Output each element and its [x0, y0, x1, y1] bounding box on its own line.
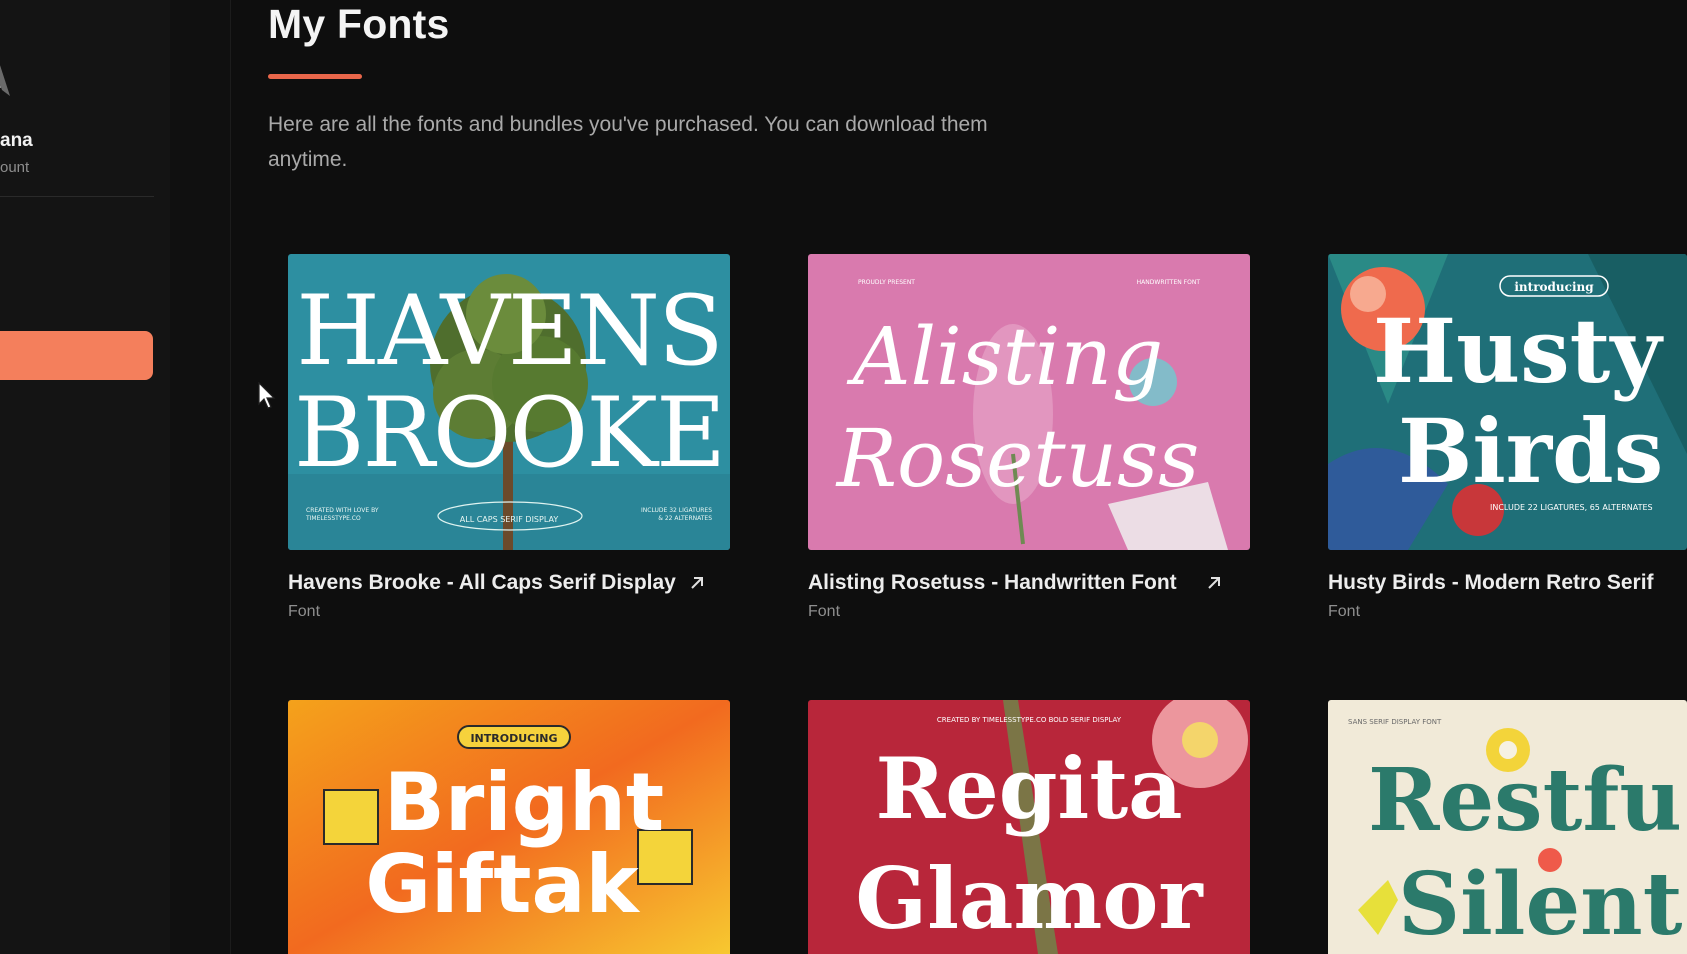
art-line-2: Rosetuss: [835, 412, 1200, 505]
sidebar-item-my-fonts-active[interactable]: [0, 331, 153, 380]
font-card-title-text[interactable]: Husty Birds - Modern Retro Serif: [1328, 571, 1654, 595]
font-card-alisting-rosetuss[interactable]: PROUDLY PRESENT HANDWRITTEN FONT Alistin…: [808, 254, 1250, 621]
art-badge: ALL CAPS SERIF DISPLAY: [460, 515, 559, 524]
art-line-1: Bright: [384, 756, 664, 849]
sidebar: ana ount: [0, 0, 170, 954]
arrow-up-right-icon[interactable]: [688, 574, 706, 592]
page-title: My Fonts: [268, 1, 450, 47]
font-thumbnail[interactable]: ALL CAPS SERIF DISPLAY HAVENS BROOKE CRE…: [288, 254, 730, 550]
art-line-1: HAVENS: [296, 275, 721, 387]
font-card-title[interactable]: Alisting Rosetuss - Handwritten Font: [808, 571, 1250, 595]
svg-text:CREATED WITH LOVE BY: CREATED WITH LOVE BY: [306, 507, 379, 514]
svg-text:SANS SERIF DISPLAY FONT: SANS SERIF DISPLAY FONT: [1348, 718, 1442, 726]
font-card-type: Font: [1328, 603, 1361, 620]
svg-text:INCLUDE 32 LIGATURES: INCLUDE 32 LIGATURES: [641, 507, 712, 514]
page-intro: Here are all the fonts and bundles you'v…: [268, 113, 988, 171]
art-badge: INTRODUCING: [470, 732, 557, 745]
font-thumbnail[interactable]: INTRODUCING Bright Giftak: [288, 700, 730, 954]
sidebar-divider: [0, 196, 154, 197]
font-card-restful-silent[interactable]: SANS SERIF DISPLAY FONT Restfu Silent: [1328, 700, 1687, 954]
font-card-havens-brooke[interactable]: ALL CAPS SERIF DISPLAY HAVENS BROOKE CRE…: [288, 254, 730, 621]
art-line-1: Regita: [875, 739, 1182, 838]
user-name: ana: [0, 130, 33, 151]
arrow-up-right-icon[interactable]: [1205, 574, 1223, 592]
font-thumbnail[interactable]: PROUDLY PRESENT HANDWRITTEN FONT Alistin…: [808, 254, 1250, 550]
font-card-title[interactable]: Husty Birds - Modern Retro Serif: [1328, 571, 1687, 595]
art-line-2: Birds: [1398, 399, 1663, 503]
art-line-2: Silent: [1398, 854, 1683, 954]
art-line-2: Giftak: [365, 838, 640, 931]
font-card-title-text[interactable]: Havens Brooke - All Caps Serif Display: [288, 571, 676, 595]
svg-text:HANDWRITTEN FONT: HANDWRITTEN FONT: [1137, 279, 1201, 286]
font-thumbnail[interactable]: SANS SERIF DISPLAY FONT Restfu Silent: [1328, 700, 1687, 954]
art-line-1: Husty: [1373, 299, 1664, 403]
art-line-1: Alisting: [846, 310, 1163, 403]
font-card-title[interactable]: Havens Brooke - All Caps Serif Display: [288, 571, 730, 595]
svg-text:INCLUDE 22 LIGATURES, 65 ALTER: INCLUDE 22 LIGATURES, 65 ALTERNATES: [1490, 503, 1653, 512]
font-card-title-text[interactable]: Alisting Rosetuss - Handwritten Font: [808, 571, 1177, 595]
art-line-2: Glamor: [855, 849, 1204, 948]
svg-text:TIMELESSTYPE.CO: TIMELESSTYPE.CO: [305, 515, 361, 522]
art-badge: introducing: [1514, 280, 1594, 294]
title-underline: [268, 74, 362, 79]
font-thumbnail[interactable]: CREATED BY TIMELESSTYPE.CO BOLD SERIF DI…: [808, 700, 1250, 954]
art-line-2: BROOKE: [294, 377, 724, 489]
font-card-husty-birds[interactable]: introducing Husty Birds INCLUDE 22 LIGAT…: [1328, 254, 1687, 621]
svg-text:PROUDLY PRESENT: PROUDLY PRESENT: [858, 279, 915, 286]
font-card-type: Font: [808, 603, 841, 620]
svg-text:CREATED BY TIMELESSTYPE.CO BO: CREATED BY TIMELESSTYPE.CO BOLD SERIF DI…: [937, 716, 1122, 724]
font-thumbnail[interactable]: introducing Husty Birds INCLUDE 22 LIGAT…: [1328, 254, 1687, 550]
sidebar-gutter: [170, 0, 231, 954]
art-line-1: Restfu: [1368, 750, 1682, 851]
avatar[interactable]: [0, 20, 12, 100]
font-card-bright-giftak[interactable]: INTRODUCING Bright Giftak: [288, 700, 730, 954]
main-content: My Fonts Here are all the fonts and bund…: [268, 0, 1687, 954]
font-card-type: Font: [288, 603, 321, 620]
font-card-regita-glamor[interactable]: CREATED BY TIMELESSTYPE.CO BOLD SERIF DI…: [808, 700, 1250, 954]
user-account-label: ount: [0, 159, 30, 176]
svg-text:& 22 ALTERNATES: & 22 ALTERNATES: [658, 515, 712, 522]
